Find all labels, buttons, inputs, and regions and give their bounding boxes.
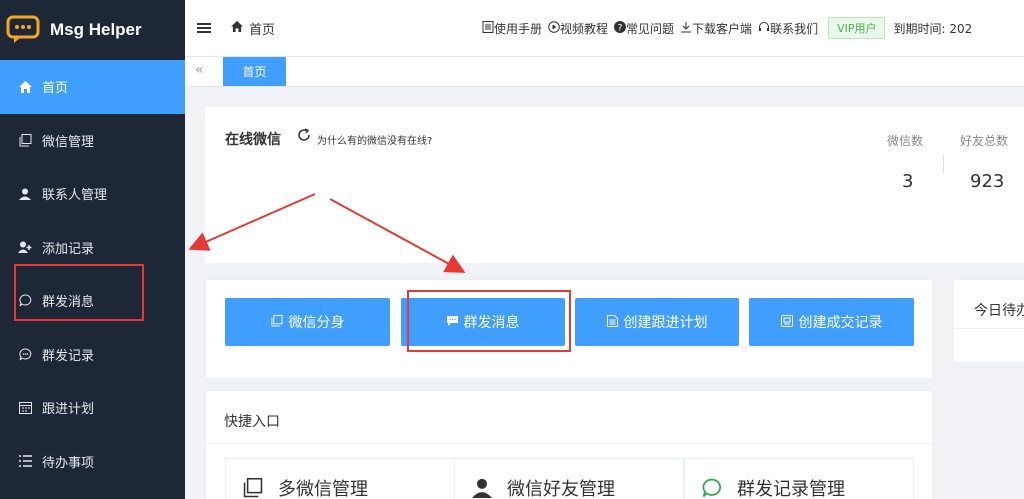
annotation-arrow-left	[188, 193, 316, 251]
annotation-arrow-right	[329, 198, 466, 273]
annotation-arrows	[188, 193, 466, 273]
